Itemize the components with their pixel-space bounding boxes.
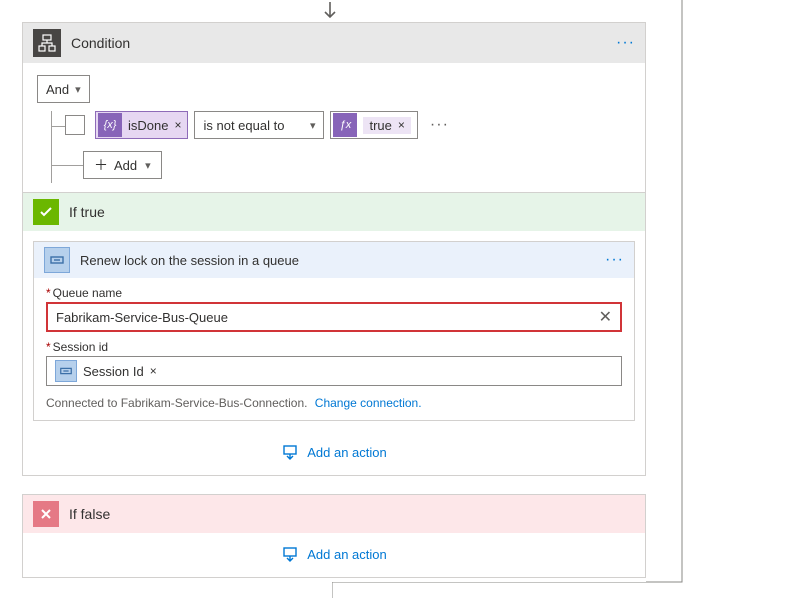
row-menu-button[interactable]: ···: [430, 116, 449, 134]
right-operand-token[interactable]: ƒx true ×: [330, 111, 417, 139]
add-label: Add: [114, 158, 137, 173]
remove-token-icon[interactable]: ×: [150, 364, 157, 378]
queue-name-input[interactable]: Fabrikam-Service-Bus-Queue ✕: [46, 302, 622, 332]
queue-name-value: Fabrikam-Service-Bus-Queue: [56, 310, 228, 325]
session-id-label: *Session id: [46, 340, 622, 354]
session-token-label: Session Id: [83, 364, 144, 379]
plus-icon: ＋: [94, 155, 108, 175]
left-operand-label: isDone: [128, 118, 168, 133]
variable-icon: {x}: [98, 113, 122, 137]
logic-operator-dropdown[interactable]: And ▾: [37, 75, 90, 103]
service-bus-icon: [44, 247, 70, 273]
connection-info: Connected to Fabrikam-Service-Bus-Connec…: [46, 396, 622, 410]
chevron-down-icon: ▾: [75, 83, 81, 96]
add-action-label: Add an action: [307, 547, 387, 562]
queue-name-label: *Queue name: [46, 286, 622, 300]
if-false-panel: If false Add an action: [22, 494, 646, 578]
session-id-input[interactable]: Session Id ×: [46, 356, 622, 386]
add-action-icon: [281, 443, 299, 461]
operator-label: is not equal to: [203, 118, 284, 133]
service-bus-icon: [55, 360, 77, 382]
flow-arrow-down-icon: [322, 2, 338, 20]
left-operand-token[interactable]: {x} isDone ×: [95, 111, 188, 139]
if-true-title: If true: [69, 204, 635, 220]
action-menu-button[interactable]: ···: [605, 251, 624, 269]
add-condition-button[interactable]: ＋ Add ▾: [83, 151, 162, 179]
add-action-button-false[interactable]: Add an action: [23, 533, 645, 577]
right-operand-label: true: [369, 118, 391, 133]
condition-row: {x} isDone × is not equal to ▾ ƒx true ×: [65, 111, 631, 139]
cross-icon: [33, 501, 59, 527]
row-checkbox[interactable]: [65, 115, 85, 135]
change-connection-link[interactable]: Change connection.: [315, 396, 422, 410]
condition-icon: [33, 29, 61, 57]
if-true-header[interactable]: If true: [23, 193, 645, 231]
remove-token-icon[interactable]: ×: [174, 118, 181, 132]
chevron-down-icon: ▾: [310, 119, 316, 132]
if-false-header[interactable]: If false: [23, 495, 645, 533]
operator-dropdown[interactable]: is not equal to ▾: [194, 111, 324, 139]
fx-icon: ƒx: [333, 113, 357, 137]
connector-line: [332, 582, 692, 600]
renew-lock-header[interactable]: Renew lock on the session in a queue ···: [34, 242, 634, 278]
logic-operator-label: And: [46, 82, 69, 97]
chevron-down-icon: ▾: [145, 159, 151, 172]
remove-token-icon[interactable]: ×: [398, 118, 405, 132]
condition-menu-button[interactable]: ···: [616, 34, 635, 52]
renew-lock-action-card: Renew lock on the session in a queue ···…: [33, 241, 635, 421]
if-true-panel: If true Renew lock on the session in a q…: [22, 192, 646, 476]
add-action-icon: [281, 545, 299, 563]
clear-icon[interactable]: ✕: [599, 307, 612, 327]
connector-line-right: [646, 0, 686, 600]
add-action-button-true[interactable]: Add an action: [23, 431, 645, 475]
check-icon: [33, 199, 59, 225]
session-id-token[interactable]: Session Id ×: [55, 359, 157, 383]
condition-card: Condition ··· And ▾ {x} isDone × is n: [22, 22, 646, 194]
condition-header[interactable]: Condition ···: [23, 23, 645, 63]
condition-title: Condition: [71, 35, 616, 51]
add-action-label: Add an action: [307, 445, 387, 460]
renew-lock-title: Renew lock on the session in a queue: [80, 253, 605, 268]
if-false-title: If false: [69, 506, 635, 522]
